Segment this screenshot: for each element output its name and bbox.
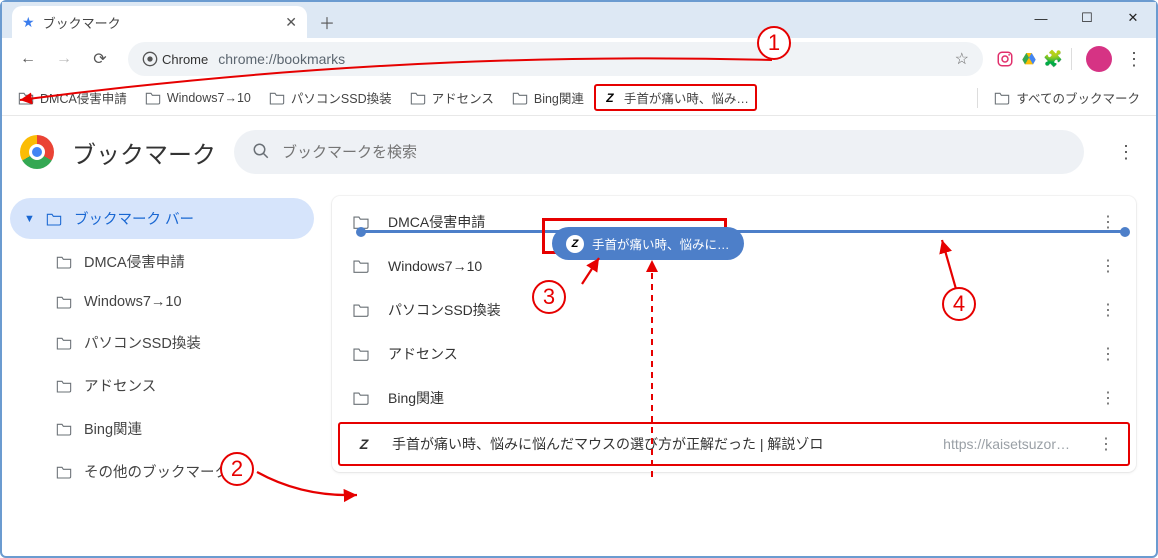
sidebar-item[interactable]: DMCA侵害申請 xyxy=(10,241,314,282)
list-row[interactable]: アドセンス⋮ xyxy=(332,332,1136,376)
annotation-arrow-1 xyxy=(2,54,782,114)
row-menu-icon[interactable]: ⋮ xyxy=(1100,212,1116,232)
annotation-4: 4 xyxy=(942,287,976,321)
folder-icon xyxy=(56,465,72,479)
tab-title: ブックマーク xyxy=(43,13,278,32)
profile-avatar[interactable] xyxy=(1086,46,1112,72)
folder-icon xyxy=(352,347,370,361)
window-controls: ― ☐ ✕ xyxy=(1018,2,1156,34)
annotation-arrow-3 xyxy=(577,252,617,292)
row-menu-icon[interactable]: ⋮ xyxy=(1100,388,1116,408)
list-row[interactable]: Bing関連⋮ xyxy=(332,376,1136,420)
list-row-link-highlighted[interactable]: Z 手首が痛い時、悩みに悩んだマウスの選び方が正解だった | 解説ゾロ http… xyxy=(338,422,1130,466)
url-preview: https://kaisetsuzor… xyxy=(943,436,1070,452)
drop-indicator xyxy=(360,230,1126,233)
annotation-2: 2 xyxy=(220,452,254,486)
row-menu-icon[interactable]: ⋮ xyxy=(1100,344,1116,364)
annotation-arrow-4 xyxy=(932,234,972,294)
all-bookmarks-button[interactable]: すべてのブックマーク xyxy=(986,84,1148,111)
folder-icon xyxy=(56,295,72,309)
close-window-button[interactable]: ✕ xyxy=(1110,2,1156,34)
page-menu-icon[interactable]: ⋮ xyxy=(1114,142,1138,163)
browser-tab[interactable]: ★ ブックマーク ✕ xyxy=(12,6,307,38)
new-tab-button[interactable]: ＋ xyxy=(313,8,341,36)
window-titlebar: ★ ブックマーク ✕ ＋ ― ☐ ✕ xyxy=(2,2,1156,38)
star-icon: ★ xyxy=(22,14,35,31)
bookmark-star-icon[interactable]: ☆ xyxy=(955,49,969,69)
row-menu-icon[interactable]: ⋮ xyxy=(1100,300,1116,320)
chevron-down-icon: ▼ xyxy=(24,213,34,225)
separator xyxy=(1071,48,1072,70)
bookmarks-header: ブックマーク ⋮ xyxy=(2,116,1156,188)
drive-extension-icon[interactable] xyxy=(1019,49,1039,69)
sidebar-item[interactable]: パソコンSSD換装 xyxy=(10,322,314,363)
browser-menu-icon[interactable]: ⋮ xyxy=(1122,49,1146,70)
folder-icon xyxy=(352,391,370,405)
folder-icon xyxy=(56,379,72,393)
z-favicon-icon: Z xyxy=(354,434,374,454)
folder-icon xyxy=(46,212,62,226)
search-input[interactable] xyxy=(282,144,1066,161)
z-favicon-icon: Z xyxy=(566,235,584,253)
annotation-3: 3 xyxy=(532,280,566,314)
minimize-button[interactable]: ― xyxy=(1018,2,1064,34)
annotation-arrow-2 xyxy=(252,467,372,507)
extensions-icon[interactable]: 🧩 xyxy=(1043,49,1063,69)
chrome-logo-icon xyxy=(20,135,54,169)
bookmarks-sidebar: ▼ ブックマーク バー DMCA侵害申請 Windows7→10 パソコンSSD… xyxy=(2,196,322,494)
row-menu-icon[interactable]: ⋮ xyxy=(1100,256,1116,276)
folder-icon xyxy=(352,259,370,273)
list-row[interactable]: パソコンSSD換装⋮ xyxy=(332,288,1136,332)
page-title: ブックマーク xyxy=(72,135,216,170)
sidebar-root[interactable]: ▼ ブックマーク バー xyxy=(10,198,314,239)
sidebar-item[interactable]: Windows7→10 xyxy=(10,284,314,320)
folder-icon xyxy=(352,303,370,317)
folder-icon xyxy=(56,255,72,269)
sidebar-item[interactable]: アドセンス xyxy=(10,365,314,406)
separator xyxy=(977,88,978,108)
close-tab-icon[interactable]: ✕ xyxy=(285,14,297,31)
annotation-1: 1 xyxy=(757,26,791,60)
search-icon xyxy=(252,142,270,163)
folder-icon xyxy=(994,91,1010,105)
search-bookmarks[interactable] xyxy=(234,130,1084,174)
folder-icon xyxy=(56,336,72,350)
maximize-button[interactable]: ☐ xyxy=(1064,2,1110,34)
instagram-extension-icon[interactable] xyxy=(995,49,1015,69)
folder-icon xyxy=(56,422,72,436)
annotation-dashed-arrow xyxy=(642,252,662,482)
row-menu-icon[interactable]: ⋮ xyxy=(1098,434,1114,454)
sidebar-item[interactable]: Bing関連 xyxy=(10,408,314,449)
